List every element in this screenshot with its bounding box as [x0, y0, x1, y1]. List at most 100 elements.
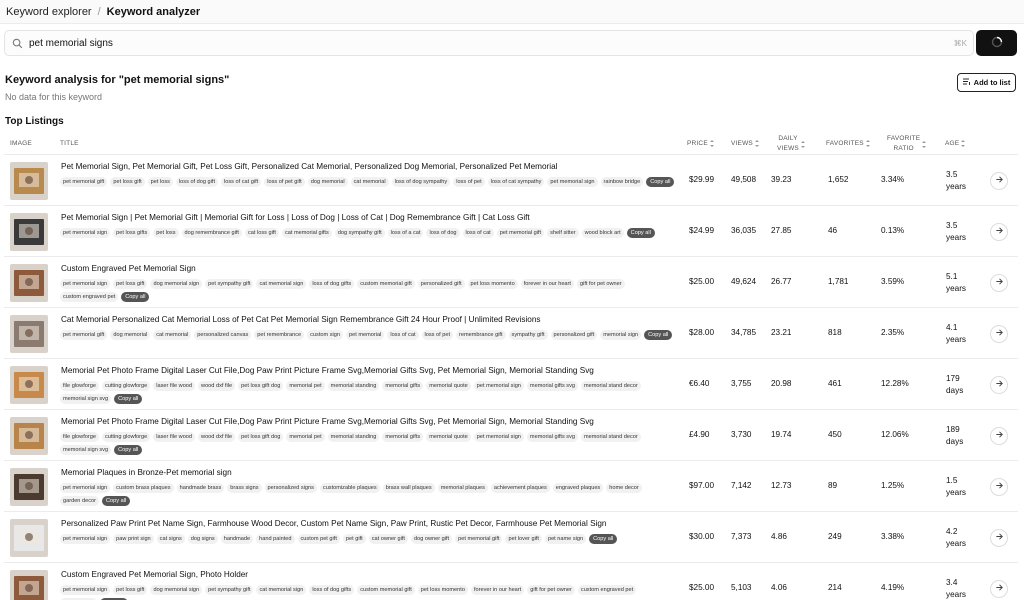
copy-all-tags-button[interactable]: Copy all: [589, 534, 618, 544]
tag-chip: custom memorial gift: [357, 585, 415, 595]
table-row[interactable]: Custom Engraved Pet Memorial Sign pet mem…: [4, 256, 1018, 307]
arrow-right-icon: [995, 226, 1004, 238]
open-listing-button[interactable]: [990, 223, 1008, 241]
tag-chip: pet memorial sign: [60, 483, 111, 493]
tag-chip: pet memorial: [345, 330, 385, 340]
tag-chip: cat owner gift: [368, 534, 408, 544]
sort-icon: [961, 140, 966, 147]
listing-daily-views: 39.23: [771, 175, 792, 184]
open-listing-button[interactable]: [990, 172, 1008, 190]
tag-chip: cat memorial: [153, 330, 192, 340]
open-listing-button[interactable]: [990, 376, 1008, 394]
tag-chip: loss of dog: [426, 228, 460, 238]
listing-favorites: 1,781: [828, 277, 849, 286]
tag-chip: personalized canvas: [194, 330, 252, 340]
col-daily-views[interactable]: DAILY VIEWS: [777, 135, 806, 153]
listing-age: 1.5 years: [946, 475, 966, 499]
tag-chip: dog sympathy gift: [334, 228, 385, 238]
keyword-analysis-section: Keyword analysis for "pet memorial signs…: [5, 74, 229, 102]
copy-all-tags-button[interactable]: Copy all: [114, 394, 143, 404]
open-listing-button[interactable]: [990, 529, 1008, 547]
open-listing-button[interactable]: [990, 325, 1008, 343]
copy-all-tags-button[interactable]: Copy all: [114, 445, 143, 455]
copy-all-tags-button[interactable]: Copy all: [101, 496, 131, 506]
table-row[interactable]: Personalized Paw Print Pet Name Sign, Fa…: [4, 511, 1018, 562]
listing-thumbnail: [10, 315, 48, 353]
copy-all-tags-button[interactable]: Copy all: [646, 177, 675, 187]
listing-age-unit: years: [946, 539, 967, 548]
tag-chip: dog memorial sign: [150, 279, 203, 289]
tag-chip: home decor: [606, 483, 642, 493]
tag-chip: gift for pet owner: [527, 585, 575, 595]
listing-views: 3,755: [731, 379, 752, 388]
col-views[interactable]: VIEWS: [731, 140, 760, 147]
open-listing-button[interactable]: [990, 478, 1008, 496]
tag-chip: paw print sign: [113, 534, 154, 544]
tag-chip: loss of dog gift: [175, 177, 219, 187]
listing-title[interactable]: Pet Memorial Sign | Pet Memorial Gift | …: [61, 213, 530, 222]
copy-all-tags-button[interactable]: Copy all: [121, 292, 150, 302]
arrow-right-icon: [995, 532, 1004, 544]
listing-daily-views: 19.74: [771, 430, 792, 439]
open-listing-button[interactable]: [990, 580, 1008, 598]
listings-table-header: IMAGE TITLE PRICE VIEWS DAILY VIEWS FAVOR…: [4, 132, 1018, 154]
tag-chip: personalized signs: [264, 483, 317, 493]
listing-price: $30.00: [689, 532, 715, 541]
copy-all-tags-button[interactable]: Copy all: [626, 228, 655, 238]
tag-chip: custom sign: [307, 330, 343, 340]
col-favorites[interactable]: FAVORITES: [826, 140, 871, 147]
table-row[interactable]: Cat Memorial Personalized Cat Memorial L…: [4, 307, 1018, 358]
add-to-list-button[interactable]: Add to list: [957, 73, 1016, 92]
sort-icon: [709, 140, 715, 147]
tag-chip: pet loss momento: [467, 279, 518, 289]
listing-daily-views: 27.85: [771, 226, 792, 235]
tag-chip: personalized gift: [417, 279, 465, 289]
tag-chip: memorial pet: [286, 432, 325, 442]
open-listing-button[interactable]: [990, 427, 1008, 445]
tag-chip: pet loss momento: [417, 585, 468, 595]
listing-title[interactable]: Memorial Plaques in Bronze-Pet memorial …: [61, 468, 232, 477]
arrow-right-icon: [995, 583, 1004, 595]
table-row[interactable]: Memorial Pet Photo Frame Digital Laser C…: [4, 409, 1018, 460]
listing-tags: file glowforge cutting glowforge laser fil…: [60, 432, 676, 455]
listing-title[interactable]: Memorial Pet Photo Frame Digital Laser C…: [61, 366, 594, 375]
tag-chip: loss of cat: [387, 330, 419, 340]
listing-title[interactable]: Custom Engraved Pet Memorial Sign, Photo…: [61, 570, 248, 579]
listing-thumbnail: [10, 366, 48, 404]
tag-chip: file glowforge: [60, 432, 99, 442]
listing-price: $29.99: [689, 175, 715, 184]
breadcrumb-keyword-explorer[interactable]: Keyword explorer: [6, 6, 92, 18]
listing-favorite-ratio: 12.28%: [881, 379, 909, 388]
listing-title[interactable]: Pet Memorial Sign, Pet Memorial Gift, Pe…: [61, 162, 557, 171]
table-row[interactable]: Pet Memorial Sign, Pet Memorial Gift, Pe…: [4, 154, 1018, 205]
tag-chip: pet memorial gift: [60, 177, 108, 187]
keyword-analysis-title: Keyword analysis for "pet memorial signs…: [5, 74, 230, 86]
listing-title[interactable]: Cat Memorial Personalized Cat Memorial L…: [61, 315, 540, 324]
open-listing-button[interactable]: [990, 274, 1008, 292]
tag-chip: gift for pet owner: [576, 279, 625, 289]
listing-title[interactable]: Custom Engraved Pet Memorial Sign: [61, 264, 196, 273]
tag-chip: rainbow bridge: [600, 177, 644, 187]
search-submit-button[interactable]: [976, 30, 1017, 56]
tag-chip: pet memorial sign: [60, 228, 111, 238]
tag-chip: pet memorial sign: [547, 177, 598, 187]
col-age[interactable]: AGE: [945, 140, 966, 147]
listing-age-value: 189: [946, 425, 960, 434]
copy-all-tags-button[interactable]: Copy all: [644, 330, 673, 340]
listing-age: 3.5 years: [946, 220, 966, 244]
listing-title[interactable]: Personalized Paw Print Pet Name Sign, Fa…: [61, 519, 606, 528]
tag-chip: pet name sign: [544, 534, 587, 544]
listing-daily-views: 12.73: [771, 481, 792, 490]
col-favorite-ratio[interactable]: FAVORITE RATIO: [887, 135, 927, 153]
listing-age-value: 4.1: [946, 323, 958, 332]
listing-price: €6.40: [689, 379, 710, 388]
table-row[interactable]: Custom Engraved Pet Memorial Sign, Photo…: [4, 562, 1018, 600]
table-row[interactable]: Pet Memorial Sign | Pet Memorial Gift | …: [4, 205, 1018, 256]
table-row[interactable]: Memorial Pet Photo Frame Digital Laser C…: [4, 358, 1018, 409]
arrow-right-icon: [995, 481, 1004, 493]
search-input[interactable]: [29, 37, 929, 49]
listing-title[interactable]: Memorial Pet Photo Frame Digital Laser C…: [61, 417, 594, 426]
col-price[interactable]: PRICE: [687, 140, 715, 147]
table-row[interactable]: Memorial Plaques in Bronze-Pet memorial …: [4, 460, 1018, 511]
tag-chip: shelf sitter: [547, 228, 579, 238]
